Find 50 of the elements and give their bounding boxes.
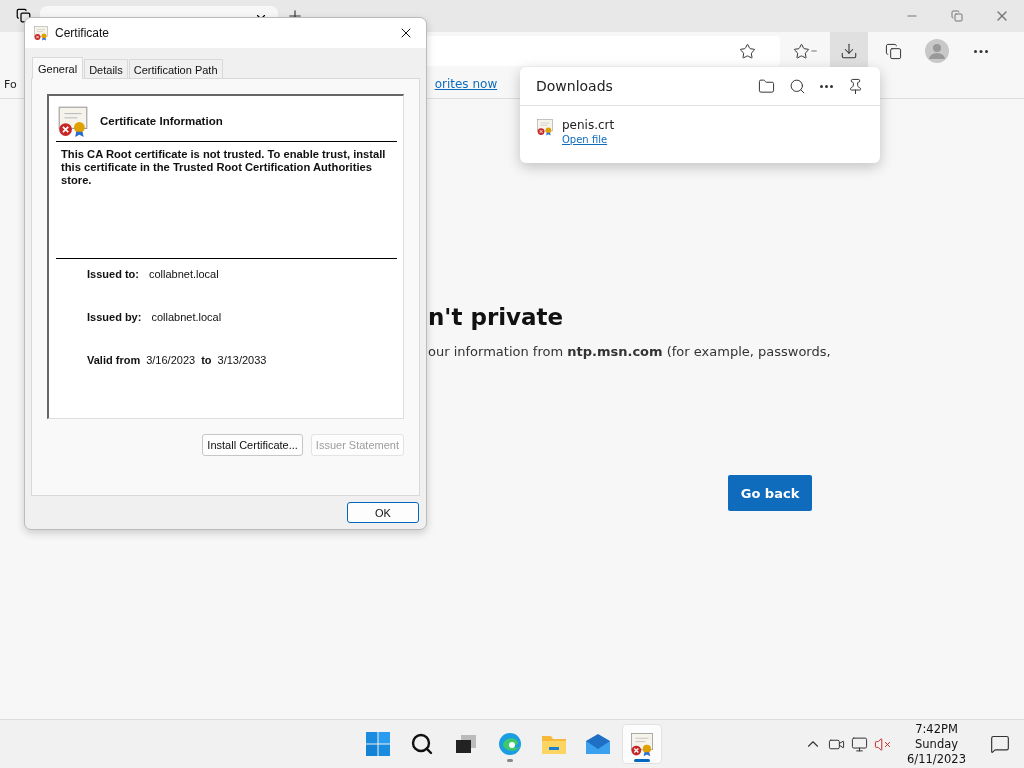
folder-icon (541, 733, 567, 755)
volume-muted-icon[interactable] (874, 735, 892, 753)
field-label: Valid from (87, 354, 141, 366)
field-value: collabnet.local (151, 311, 222, 323)
downloads-title: Downloads (536, 78, 613, 94)
tab-actions-icon[interactable] (14, 6, 32, 24)
dialog-title: Certificate (55, 26, 110, 40)
field-value: collabnet.local (148, 268, 219, 280)
field-label: to (201, 354, 212, 366)
more-icon (974, 49, 988, 53)
download-file-name: penis.crt (562, 118, 615, 132)
clock[interactable]: 7:42PM Sunday 6/11/2023 (907, 721, 966, 767)
collections-icon (884, 42, 902, 60)
go-back-button[interactable]: Go back (728, 475, 812, 511)
browser-icon (498, 732, 522, 756)
notifications-icon[interactable] (990, 734, 1010, 754)
field-label: Issued to: (87, 268, 139, 280)
search-icon (410, 732, 434, 756)
field-value: 3/16/2023 (146, 354, 196, 366)
field-label: Issued by: (87, 311, 142, 323)
dialog-tab[interactable]: Certification Path (128, 59, 223, 79)
import-favorites-link[interactable]: orites now (434, 77, 498, 91)
toolbar-button[interactable] (830, 32, 868, 70)
more-icon[interactable] (820, 84, 833, 88)
certificate-error-icon (56, 104, 90, 138)
task-view-icon (455, 734, 477, 754)
ok-button[interactable]: OK (347, 502, 419, 523)
trust-message: This CA Root certificate is not trusted. To enable trust, install this certificate in the Trusted Root Certification Authorities store. (61, 148, 387, 188)
mail-icon (585, 733, 611, 755)
pin-icon[interactable] (847, 77, 864, 95)
windows-logo-icon (366, 732, 390, 756)
open-file-link[interactable]: Open file (562, 134, 615, 145)
search-icon[interactable] (789, 77, 806, 95)
folder-icon[interactable] (758, 77, 775, 95)
dialog-tab[interactable]: General (32, 57, 84, 79)
download-icon (840, 42, 858, 60)
network-icon[interactable] (851, 735, 869, 753)
dialog-button[interactable]: Install Certificate... (202, 434, 303, 456)
certificate-file-icon (536, 118, 554, 136)
favorites-icon (792, 42, 818, 60)
add-favorite-icon (738, 42, 756, 60)
error-description: our information from ntp.msn.com (for example, passwords, (428, 344, 832, 359)
error-heading: n't private (428, 304, 565, 330)
field-value: 3/13/2033 (217, 354, 267, 366)
avatar-icon (925, 39, 949, 63)
certificate-icon (33, 25, 49, 41)
favorites-bar-text: Fo (4, 77, 17, 91)
dialog-tab[interactable]: Details (84, 59, 128, 79)
info-heading: Certificate Information (100, 115, 223, 127)
certificate-icon (629, 731, 655, 757)
